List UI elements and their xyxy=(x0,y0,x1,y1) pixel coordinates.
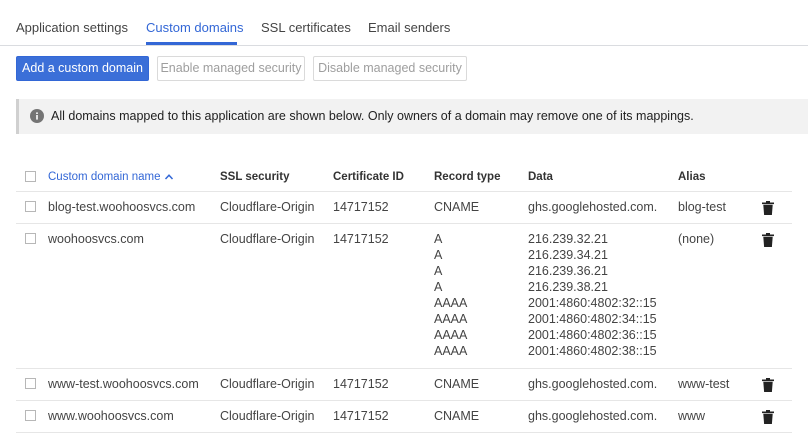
data-value: ghs.googlehosted.com. xyxy=(528,409,658,423)
record-type: A xyxy=(434,264,443,278)
record-types: A A A A AAAA AAAA AAAA AAAA xyxy=(434,231,467,359)
info-icon xyxy=(30,109,44,123)
record-types: CNAME xyxy=(434,376,479,392)
ssl-security: Cloudflare-Origin xyxy=(220,377,315,391)
row-checkbox[interactable] xyxy=(25,410,36,421)
alias: (none) xyxy=(678,232,715,246)
data-value: 216.239.34.21 xyxy=(528,248,608,262)
trash-icon[interactable] xyxy=(762,201,774,215)
record-type: AAAA xyxy=(434,312,468,326)
row-checkbox[interactable] xyxy=(25,201,36,212)
alias: www xyxy=(678,409,706,423)
table-row: woohoosvcs.com Cloudflare-Origin 1471715… xyxy=(16,224,792,369)
record-data: ghs.googlehosted.com. xyxy=(528,376,657,392)
active-tab-indicator xyxy=(146,42,237,45)
data-value: 2001:4860:4802:34::15 xyxy=(528,312,657,326)
alias: www-test xyxy=(678,377,730,391)
domain-name: www-test.woohoosvcs.com xyxy=(48,377,199,391)
trash-icon[interactable] xyxy=(762,410,774,424)
record-type: A xyxy=(434,280,443,294)
ssl-security: Cloudflare-Origin xyxy=(220,409,315,423)
tab-bar: Application settings Custom domains SSL … xyxy=(0,0,808,46)
row-checkbox[interactable] xyxy=(25,378,36,389)
table-row: www.woohoosvcs.com Cloudflare-Origin 147… xyxy=(16,401,792,433)
column-header-alias: Alias xyxy=(678,171,706,183)
data-value: ghs.googlehosted.com. xyxy=(528,200,658,214)
domain-name: www.woohoosvcs.com xyxy=(48,409,174,423)
record-type: CNAME xyxy=(434,377,480,391)
tab-email-senders[interactable]: Email senders xyxy=(368,20,450,35)
data-value: 2001:4860:4802:32::15 xyxy=(528,296,657,310)
record-type: CNAME xyxy=(434,200,480,214)
record-type: CNAME xyxy=(434,409,480,423)
add-custom-domain-button[interactable]: Add a custom domain xyxy=(16,56,149,81)
certificate-id: 14717152 xyxy=(333,232,389,246)
record-type: A xyxy=(434,248,443,262)
data-value: 2001:4860:4802:38::15 xyxy=(528,344,657,358)
domains-table: Custom domain name SSL security Certific… xyxy=(16,164,792,433)
certificate-id: 14717152 xyxy=(333,200,389,214)
column-header-custom-domain-name[interactable]: Custom domain name xyxy=(48,171,174,183)
record-type: AAAA xyxy=(434,344,468,358)
column-header-record-type: Record type xyxy=(434,171,501,183)
data-value: 216.239.32.21 xyxy=(528,232,608,246)
banner-text: All domains mapped to this application a… xyxy=(51,109,694,123)
data-value: 2001:4860:4802:36::15 xyxy=(528,328,657,342)
ssl-security: Cloudflare-Origin xyxy=(220,200,315,214)
column-header-data: Data xyxy=(528,171,553,183)
record-types: CNAME xyxy=(434,199,479,215)
data-value: ghs.googlehosted.com. xyxy=(528,377,658,391)
ssl-security: Cloudflare-Origin xyxy=(220,232,315,246)
row-checkbox[interactable] xyxy=(25,233,36,244)
domain-name: woohoosvcs.com xyxy=(48,232,144,246)
tab-custom-domains[interactable]: Custom domains xyxy=(146,20,244,35)
table-header-row: Custom domain name SSL security Certific… xyxy=(16,164,792,192)
domain-name: blog-test.woohoosvcs.com xyxy=(48,200,196,214)
record-data: 216.239.32.21 216.239.34.21 216.239.36.2… xyxy=(528,231,657,359)
record-data: ghs.googlehosted.com. xyxy=(528,199,657,215)
data-value: 216.239.36.21 xyxy=(528,264,608,278)
tab-application-settings[interactable]: Application settings xyxy=(16,20,128,35)
certificate-id: 14717152 xyxy=(333,377,389,391)
record-type: AAAA xyxy=(434,296,468,310)
alias: blog-test xyxy=(678,200,726,214)
record-type: AAAA xyxy=(434,328,468,342)
column-header-certificate-id: Certificate ID xyxy=(333,171,404,183)
trash-icon[interactable] xyxy=(762,233,774,247)
trash-icon[interactable] xyxy=(762,378,774,392)
select-all-checkbox[interactable] xyxy=(25,171,36,182)
tab-ssl-certificates[interactable]: SSL certificates xyxy=(261,20,351,35)
enable-managed-security-button[interactable]: Enable managed security xyxy=(157,56,305,81)
table-row: www-test.woohoosvcs.com Cloudflare-Origi… xyxy=(16,369,792,401)
table-row: blog-test.woohoosvcs.com Cloudflare-Orig… xyxy=(16,192,792,224)
info-banner: All domains mapped to this application a… xyxy=(16,99,808,134)
record-type: A xyxy=(434,232,443,246)
column-header-ssl-security: SSL security xyxy=(220,171,290,183)
record-data: ghs.googlehosted.com. xyxy=(528,408,657,424)
disable-managed-security-button[interactable]: Disable managed security xyxy=(313,56,467,81)
record-types: CNAME xyxy=(434,408,479,424)
data-value: 216.239.38.21 xyxy=(528,280,608,294)
column-header-label: Custom domain name xyxy=(48,171,161,183)
arrow-up-icon xyxy=(164,174,173,180)
certificate-id: 14717152 xyxy=(333,409,389,423)
